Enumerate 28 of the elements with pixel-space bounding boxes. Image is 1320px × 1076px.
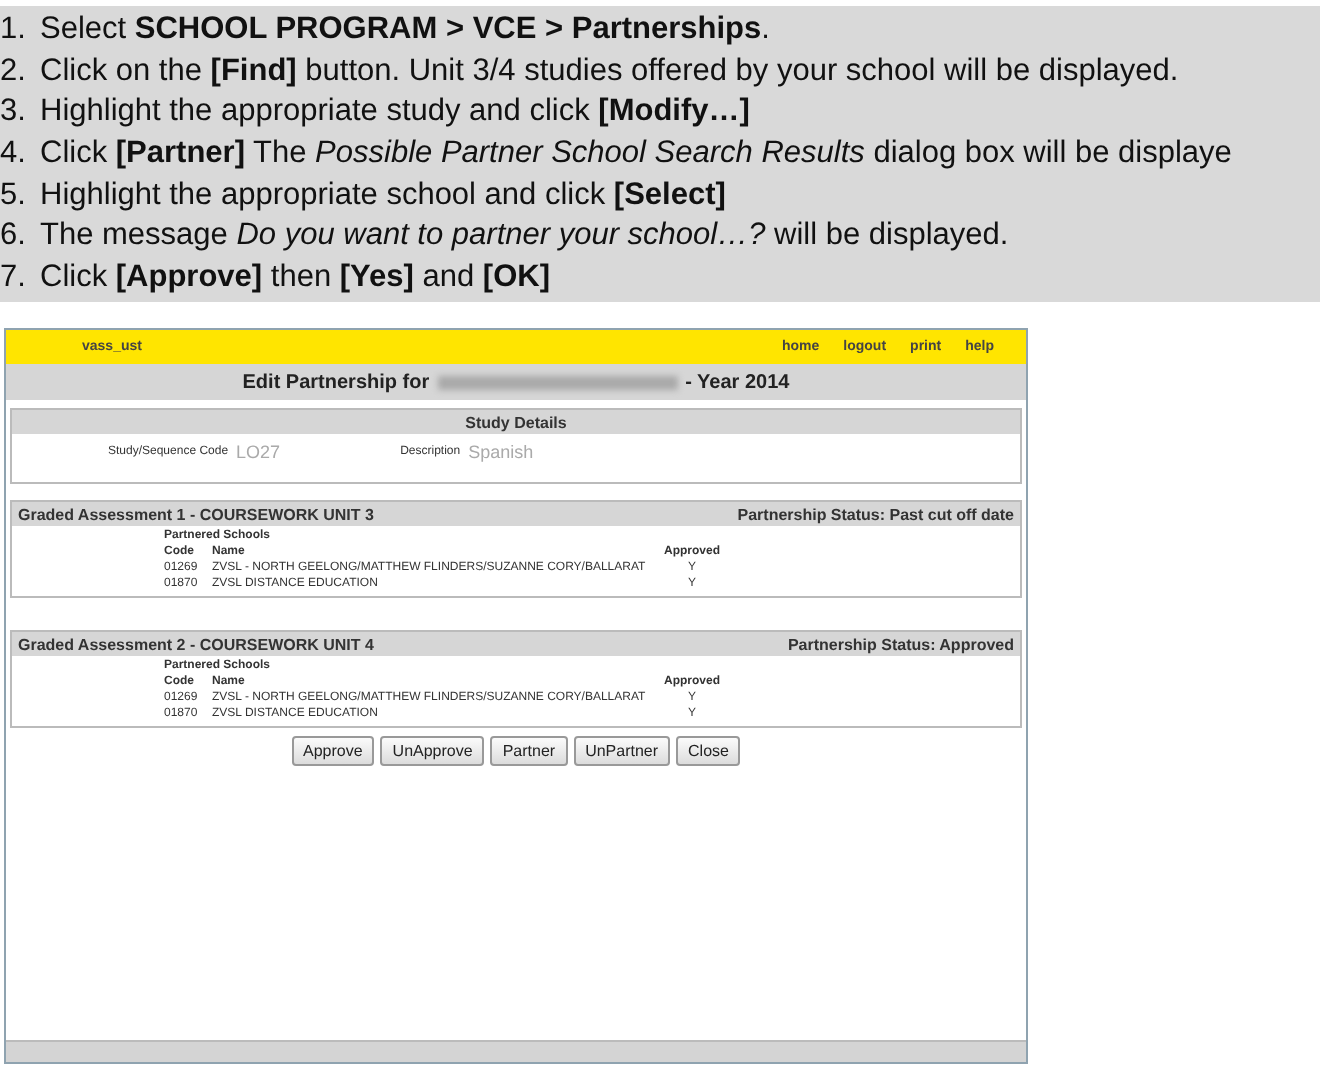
action-button[interactable]: UnApprove [380, 736, 485, 766]
step-number: 2. [0, 53, 28, 90]
step-text: Select SCHOOL PROGRAM > VCE > Partnerships. [40, 12, 770, 49]
action-button[interactable]: Close [676, 736, 741, 766]
step-text: Click [Approve] then [Yes] and [OK] [40, 259, 550, 296]
step-text: Click on the [Find] button. Unit 3/4 studies offered by your school will be displayed. [40, 53, 1179, 90]
assessment-title: Graded Assessment 2 - COURSEWORK UNIT 4 [18, 635, 374, 653]
partnership-status: Partnership Status: Past cut off date [737, 505, 1014, 523]
assessment-title: Graded Assessment 1 - COURSEWORK UNIT 3 [18, 505, 374, 523]
action-button[interactable]: Partner [490, 736, 568, 766]
step-text: Highlight the appropriate study and click [Modify…] [40, 94, 750, 131]
step-number: 6. [0, 218, 28, 255]
partnership-status: Partnership Status: Approved [787, 635, 1014, 653]
step-text: Click [Partner] The Possible Partner School Search Results dialog box will be displaye [40, 135, 1232, 172]
section-heading: Study Details [12, 410, 1020, 434]
page-title: Edit Partnership for [242, 371, 430, 393]
step-number: 7. [0, 259, 28, 296]
action-button[interactable]: UnPartner [573, 736, 671, 766]
page-title: - Year 2014 [685, 371, 790, 393]
step-text: The message Do you want to partner your school…? will be displayed. [40, 218, 1009, 255]
field-value: Spanish [468, 442, 534, 462]
action-button[interactable]: Approve [291, 736, 375, 766]
field-value: LO27 [236, 442, 281, 462]
step-number: 1. [0, 12, 28, 49]
step-number: 4. [0, 135, 28, 172]
step-text: Highlight the appropriate school and click [Select] [40, 177, 726, 214]
step-number: 3. [0, 94, 28, 131]
step-number: 5. [0, 177, 28, 214]
